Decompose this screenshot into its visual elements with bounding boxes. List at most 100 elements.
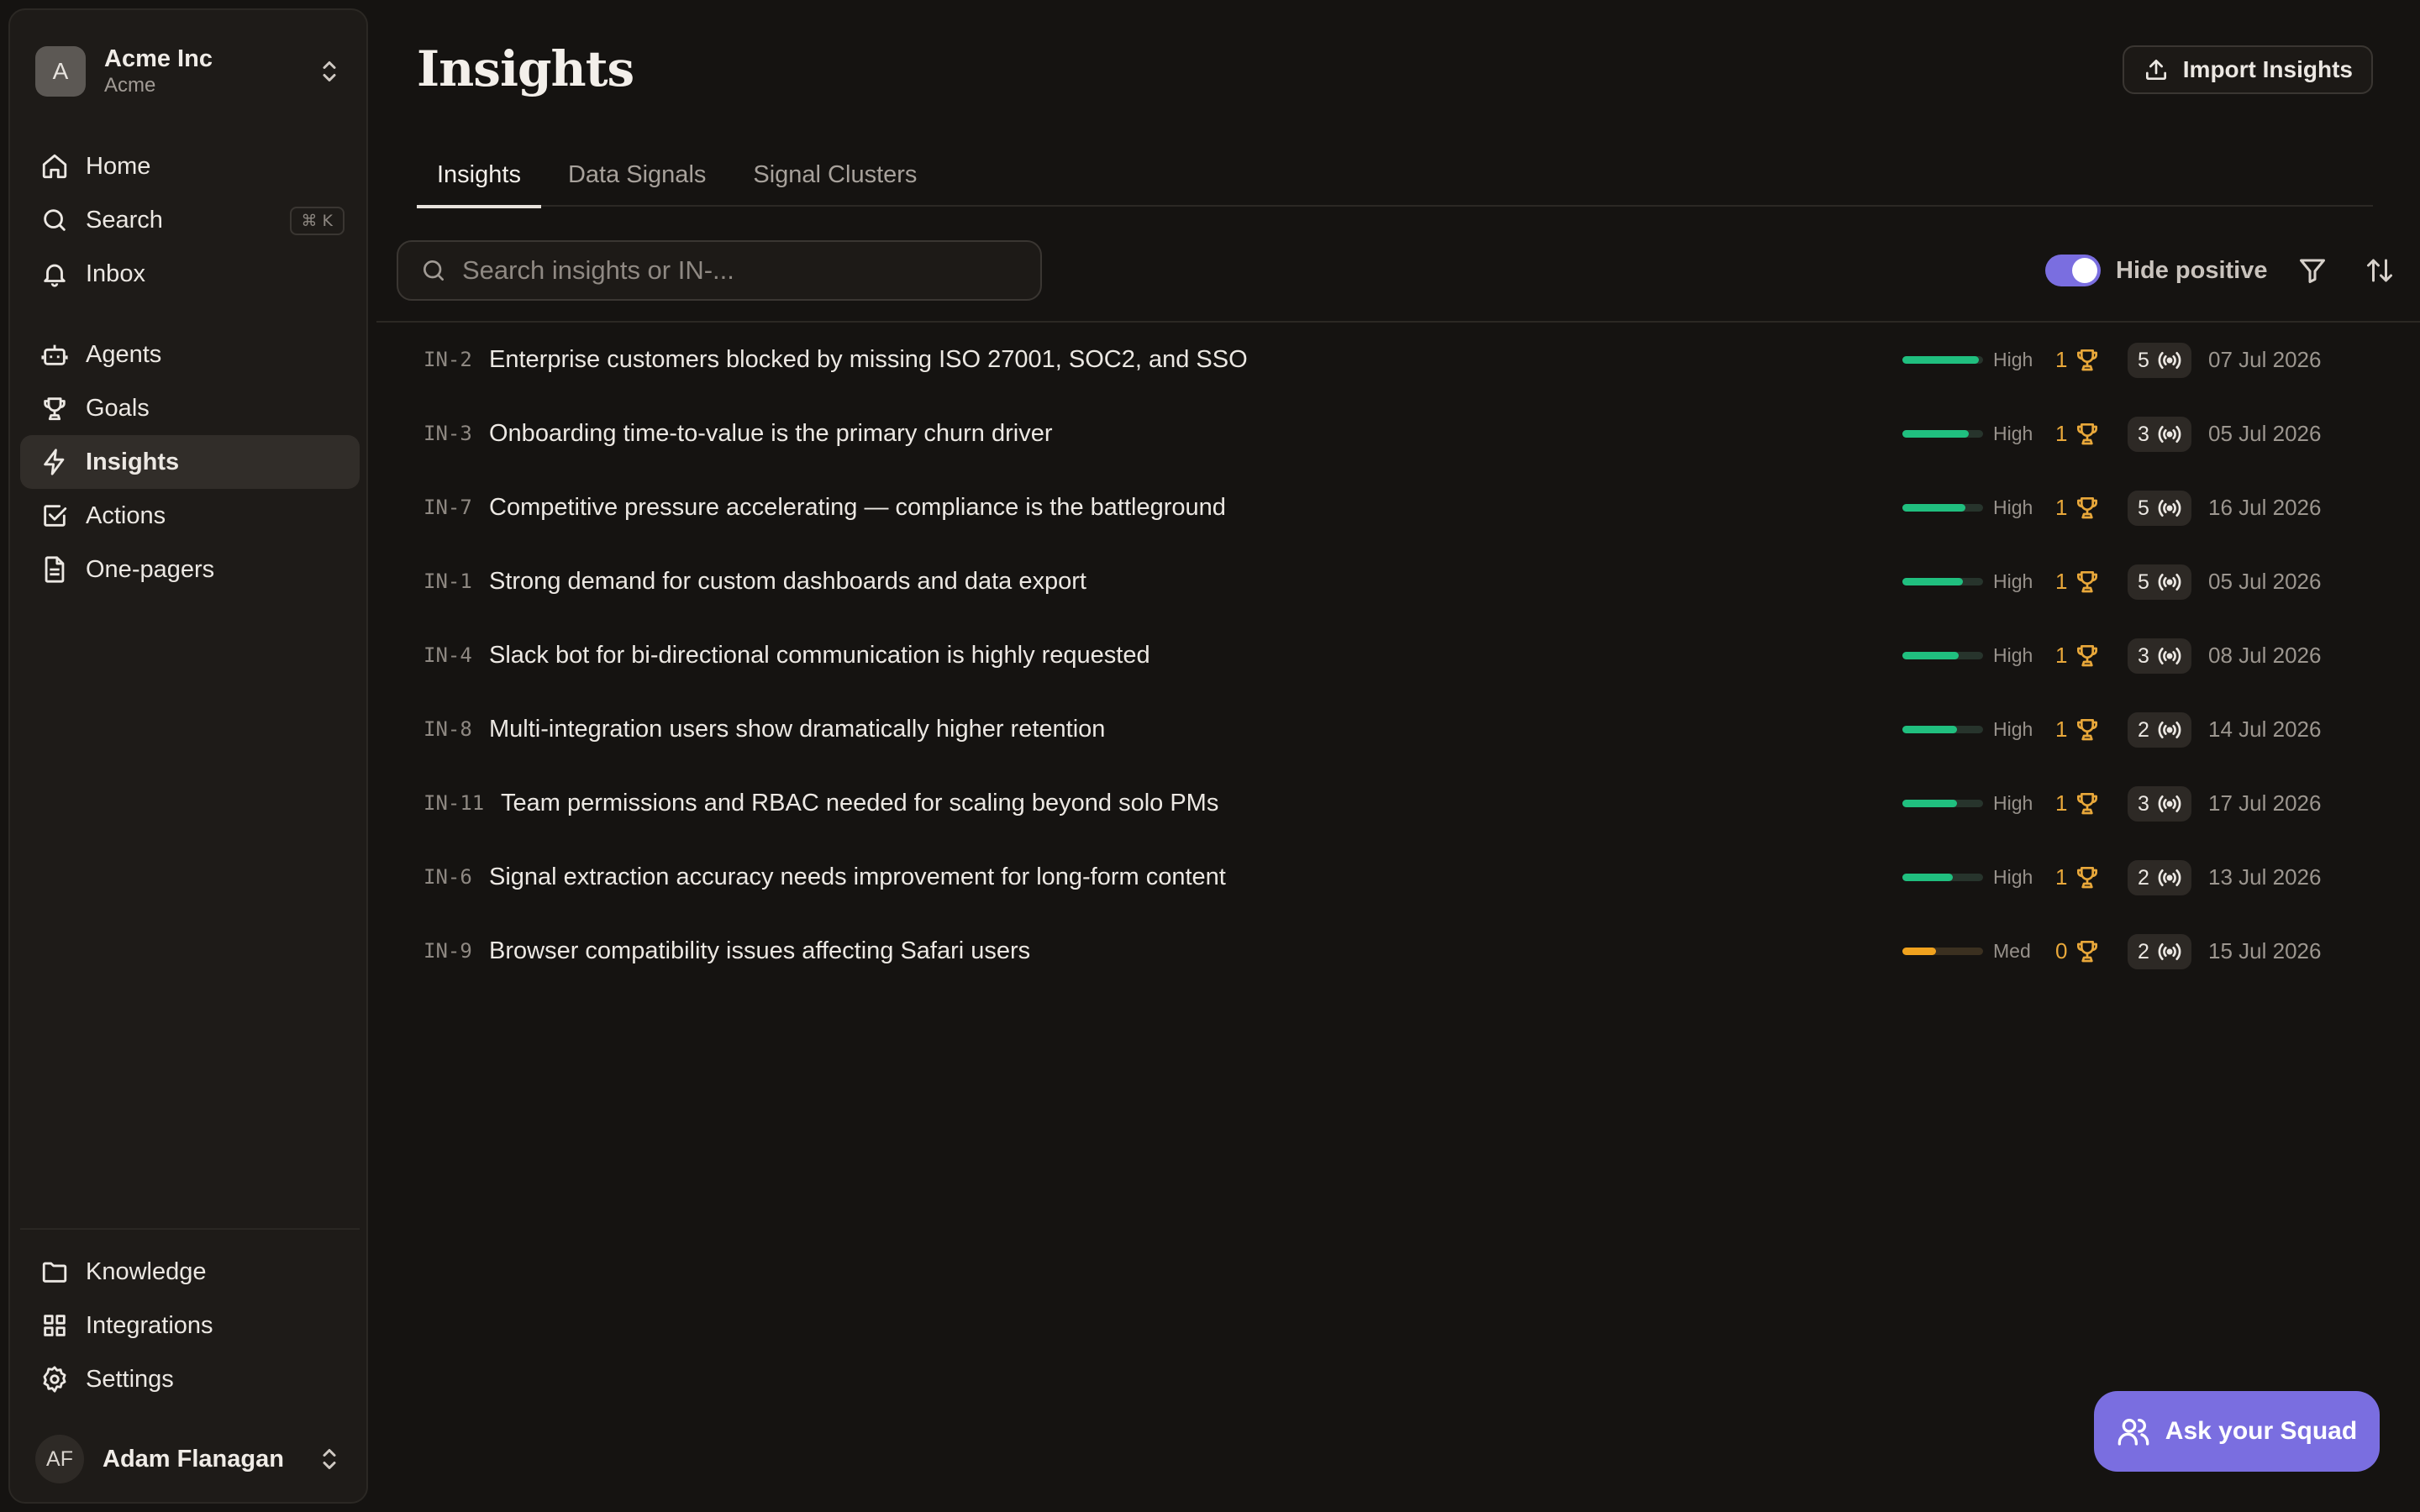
signal-count-badge: 5 [2128, 491, 2191, 526]
bell-icon [44, 264, 66, 287]
hide-positive-label: Hide positive [2116, 256, 2268, 284]
nav-integrations-label: Integrations [86, 1311, 213, 1339]
goal-count-value: 1 [2055, 494, 2068, 520]
trophy-icon [2077, 571, 2098, 593]
goal-count-value: 1 [2055, 790, 2068, 816]
search-box [397, 240, 1042, 301]
tab-data-signals[interactable]: Data Signals [548, 143, 726, 207]
broadcast-icon [2158, 648, 2181, 664]
goal-count-value: 1 [2055, 568, 2068, 594]
chevron-up-down-icon [323, 61, 336, 81]
nav-settings[interactable]: Settings [20, 1352, 360, 1406]
document-icon [45, 556, 65, 583]
insight-title: Team permissions and RBAC needed for sca… [501, 789, 1219, 816]
goal-count: 1 [2055, 692, 2101, 766]
ask-squad-button[interactable]: Ask your Squad [2094, 1391, 2380, 1472]
insight-date: 14 Jul 2026 [2208, 716, 2322, 742]
trophy-icon [2077, 793, 2098, 815]
nav-actions[interactable]: Actions [20, 489, 360, 543]
insight-row[interactable]: IN-7 Competitive pressure accelerating —… [376, 470, 2420, 544]
import-insights-button[interactable]: Import Insights [2122, 45, 2373, 94]
priority-bar-fill [1902, 430, 1969, 438]
nav-integrations[interactable]: Integrations [20, 1299, 360, 1352]
signal-count-value: 3 [2138, 643, 2149, 668]
tab-signal-clusters[interactable]: Signal Clusters [733, 143, 937, 207]
nav-search[interactable]: Search ⌘ K [20, 193, 360, 247]
priority-bar [1902, 652, 1983, 659]
priority-level: High [1993, 422, 2033, 444]
insight-row[interactable]: IN-4 Slack bot for bi-directional commun… [376, 618, 2420, 692]
insight-id: IN-4 [424, 643, 472, 667]
goal-count: 1 [2055, 323, 2101, 396]
signal-count-badge: 2 [2128, 934, 2191, 969]
insight-row[interactable]: IN-9 Browser compatibility issues affect… [376, 914, 2420, 988]
hide-positive-toggle[interactable] [2045, 255, 2101, 286]
insight-row[interactable]: IN-6 Signal extraction accuracy needs im… [376, 840, 2420, 914]
upload-icon [2145, 60, 2166, 80]
goal-count: 1 [2055, 470, 2101, 544]
ask-squad-label: Ask your Squad [2165, 1417, 2358, 1445]
broadcast-icon [2158, 869, 2181, 886]
insight-title: Multi-integration users show dramaticall… [489, 715, 1106, 743]
nav-agents[interactable]: Agents [20, 328, 360, 381]
insight-title: Browser compatibility issues affecting S… [489, 937, 1031, 964]
priority-bar-fill [1902, 504, 1965, 512]
nav-goals[interactable]: Goals [20, 381, 360, 435]
insight-id: IN-2 [424, 348, 472, 371]
priority-bar-fill [1902, 578, 1963, 585]
goal-count-value: 1 [2055, 346, 2068, 372]
nav-one-pagers[interactable]: One-pagers [20, 543, 360, 596]
insight-row[interactable]: IN-3 Onboarding time-to-value is the pri… [376, 396, 2420, 470]
goal-count: 1 [2055, 544, 2101, 618]
trophy-icon [44, 397, 66, 421]
goal-count-value: 1 [2055, 864, 2068, 890]
insight-row[interactable]: IN-8 Multi-integration users show dramat… [376, 692, 2420, 766]
signal-count-value: 2 [2138, 939, 2149, 963]
sort-icon[interactable] [2365, 255, 2395, 286]
priority-level: Med [1993, 939, 2031, 962]
org-switcher[interactable]: A Acme Inc Acme [27, 37, 353, 106]
nav-insights[interactable]: Insights [20, 435, 360, 489]
insight-date: 05 Jul 2026 [2208, 568, 2322, 594]
signal-count-value: 2 [2138, 865, 2149, 890]
insight-date: 07 Jul 2026 [2208, 346, 2322, 372]
chevron-up-down-icon [323, 1449, 336, 1469]
goal-count-value: 1 [2055, 642, 2068, 668]
insight-row[interactable]: IN-2 Enterprise customers blocked by mis… [376, 323, 2420, 396]
priority-bar [1902, 800, 1983, 807]
signal-count-badge: 3 [2128, 786, 2191, 822]
nav-goals-label: Goals [86, 394, 150, 422]
toggle-knob [2072, 258, 2097, 283]
trophy-icon [2077, 719, 2098, 741]
insight-row[interactable]: IN-1 Strong demand for custom dashboards… [376, 544, 2420, 618]
checkbox-icon [44, 505, 67, 527]
page-title: Insights [417, 40, 634, 97]
priority-level: High [1993, 791, 2033, 814]
search-shortcut: ⌘ K [289, 207, 345, 235]
insight-date: 13 Jul 2026 [2208, 864, 2322, 890]
broadcast-icon [2158, 943, 2181, 960]
priority-bar [1902, 578, 1983, 585]
insight-id: IN-8 [424, 717, 472, 741]
insight-row[interactable]: IN-11 Team permissions and RBAC needed f… [376, 766, 2420, 840]
priority-bar-fill [1902, 356, 1980, 364]
priority-level: High [1993, 643, 2033, 666]
search-input[interactable] [462, 255, 1000, 286]
insight-id: IN-11 [424, 791, 485, 815]
nav-home[interactable]: Home [20, 139, 360, 193]
nav-inbox-label: Inbox [86, 260, 145, 287]
nav-agents-label: Agents [86, 340, 162, 368]
user-menu[interactable]: AF Adam Flanagan [27, 1430, 353, 1488]
priority-level: High [1993, 717, 2033, 740]
nav-knowledge[interactable]: Knowledge [20, 1245, 360, 1299]
priority-bar [1902, 504, 1983, 512]
insight-id: IN-9 [424, 939, 472, 963]
sidebar-divider [20, 1228, 360, 1230]
nav-inbox[interactable]: Inbox [20, 247, 360, 301]
signal-count-badge: 5 [2128, 343, 2191, 378]
broadcast-icon [2158, 574, 2181, 591]
nav-knowledge-label: Knowledge [86, 1257, 207, 1285]
tab-insights[interactable]: Insights [417, 143, 541, 208]
priority-bar-fill [1902, 800, 1958, 807]
filter-icon[interactable] [2297, 255, 2328, 286]
